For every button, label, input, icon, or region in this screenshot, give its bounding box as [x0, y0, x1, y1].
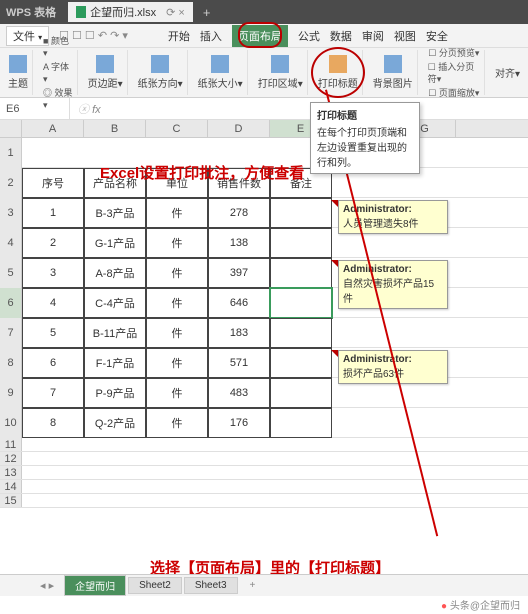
- title-bar: WPS 表格 企望而归.xlsx ⟳ × +: [0, 0, 528, 24]
- comment-marker-icon[interactable]: [331, 260, 338, 267]
- ribbon-orient[interactable]: 纸张方向▾: [134, 50, 188, 95]
- doc-title: 企望而归.xlsx: [90, 4, 156, 20]
- menu-review[interactable]: 审阅: [362, 28, 384, 44]
- ribbon-pagebreak[interactable]: ☐ 分页预览▾ ☐ 插入分页符▾ ☐ 页面缩放▾: [424, 50, 485, 95]
- comment-2[interactable]: Administrator:自然灾害损坏产品15件: [338, 260, 448, 309]
- fx-label[interactable]: fx: [70, 101, 109, 117]
- ribbon-align[interactable]: 对齐▾: [491, 50, 524, 95]
- document-tab[interactable]: 企望而归.xlsx ⟳ ×: [68, 2, 193, 22]
- menu-insert[interactable]: 插入: [200, 28, 222, 44]
- add-sheet-button[interactable]: +: [240, 578, 266, 593]
- ribbon: 主题 ■ 颜色▾ A 字体▾ ◎ 效果▾ 页边距▾ 纸张方向▾ 纸张大小▾ 打印…: [0, 48, 528, 98]
- ribbon-print-titles[interactable]: 打印标题: [314, 50, 363, 95]
- app-brand: WPS 表格: [6, 4, 56, 20]
- sheet-tab-2[interactable]: Sheet2: [128, 577, 182, 594]
- name-box[interactable]: E6: [0, 98, 70, 119]
- sheet-tabs: ◂ ▸ 企望而归 Sheet2 Sheet3 +: [0, 574, 528, 596]
- credit-text: 头条@企望而归: [441, 597, 520, 612]
- menu-page-layout[interactable]: 页面布局: [232, 25, 288, 47]
- headline-text: Excel设置打印批注，方便查看: [100, 162, 304, 183]
- grid: A B C D E F G Excel设置打印批注，方便查看 1 2 序号产品名…: [0, 120, 528, 508]
- menu-bar: 文件 ▾ ☐ ☐ ☐ ↶ ↷ ▾ 开始 插入 页面布局 公式 数据 审阅 视图 …: [0, 24, 528, 48]
- ribbon-color-font[interactable]: ■ 颜色▾ A 字体▾ ◎ 效果▾: [39, 50, 78, 95]
- ribbon-bg[interactable]: 背景图片: [369, 50, 418, 95]
- menu-data[interactable]: 数据: [330, 28, 352, 44]
- print-titles-tooltip: 打印标题 在每个打印页顶端和左边设置重复出现的行和列。: [310, 102, 420, 174]
- col-A[interactable]: A: [22, 120, 84, 137]
- ribbon-area[interactable]: 打印区域▾: [254, 50, 308, 95]
- ribbon-theme[interactable]: 主题: [4, 50, 33, 95]
- close-icon[interactable]: ⟳ ×: [166, 6, 185, 19]
- sheet-tab-3[interactable]: Sheet3: [184, 577, 238, 594]
- comment-marker-icon[interactable]: [331, 200, 338, 207]
- menu-formula[interactable]: 公式: [298, 28, 320, 44]
- comment-marker-icon[interactable]: [331, 350, 338, 357]
- doc-icon: [76, 6, 86, 18]
- sheet-tab-1[interactable]: 企望而归: [64, 575, 126, 596]
- col-D[interactable]: D: [208, 120, 270, 137]
- active-cell[interactable]: [270, 288, 332, 318]
- col-B[interactable]: B: [84, 120, 146, 137]
- menu-security[interactable]: 安全: [426, 28, 448, 44]
- select-all-corner[interactable]: [0, 120, 22, 137]
- tab-nav-icons[interactable]: ◂ ▸: [40, 579, 54, 592]
- ribbon-margins[interactable]: 页边距▾: [84, 50, 128, 95]
- ribbon-size[interactable]: 纸张大小▾: [194, 50, 248, 95]
- formula-bar: E6 fx: [0, 98, 528, 120]
- column-headers: A B C D E F G: [0, 120, 528, 138]
- menu-start[interactable]: 开始: [168, 28, 190, 44]
- menu-view[interactable]: 视图: [394, 28, 416, 44]
- col-C[interactable]: C: [146, 120, 208, 137]
- new-tab-button[interactable]: +: [203, 5, 211, 20]
